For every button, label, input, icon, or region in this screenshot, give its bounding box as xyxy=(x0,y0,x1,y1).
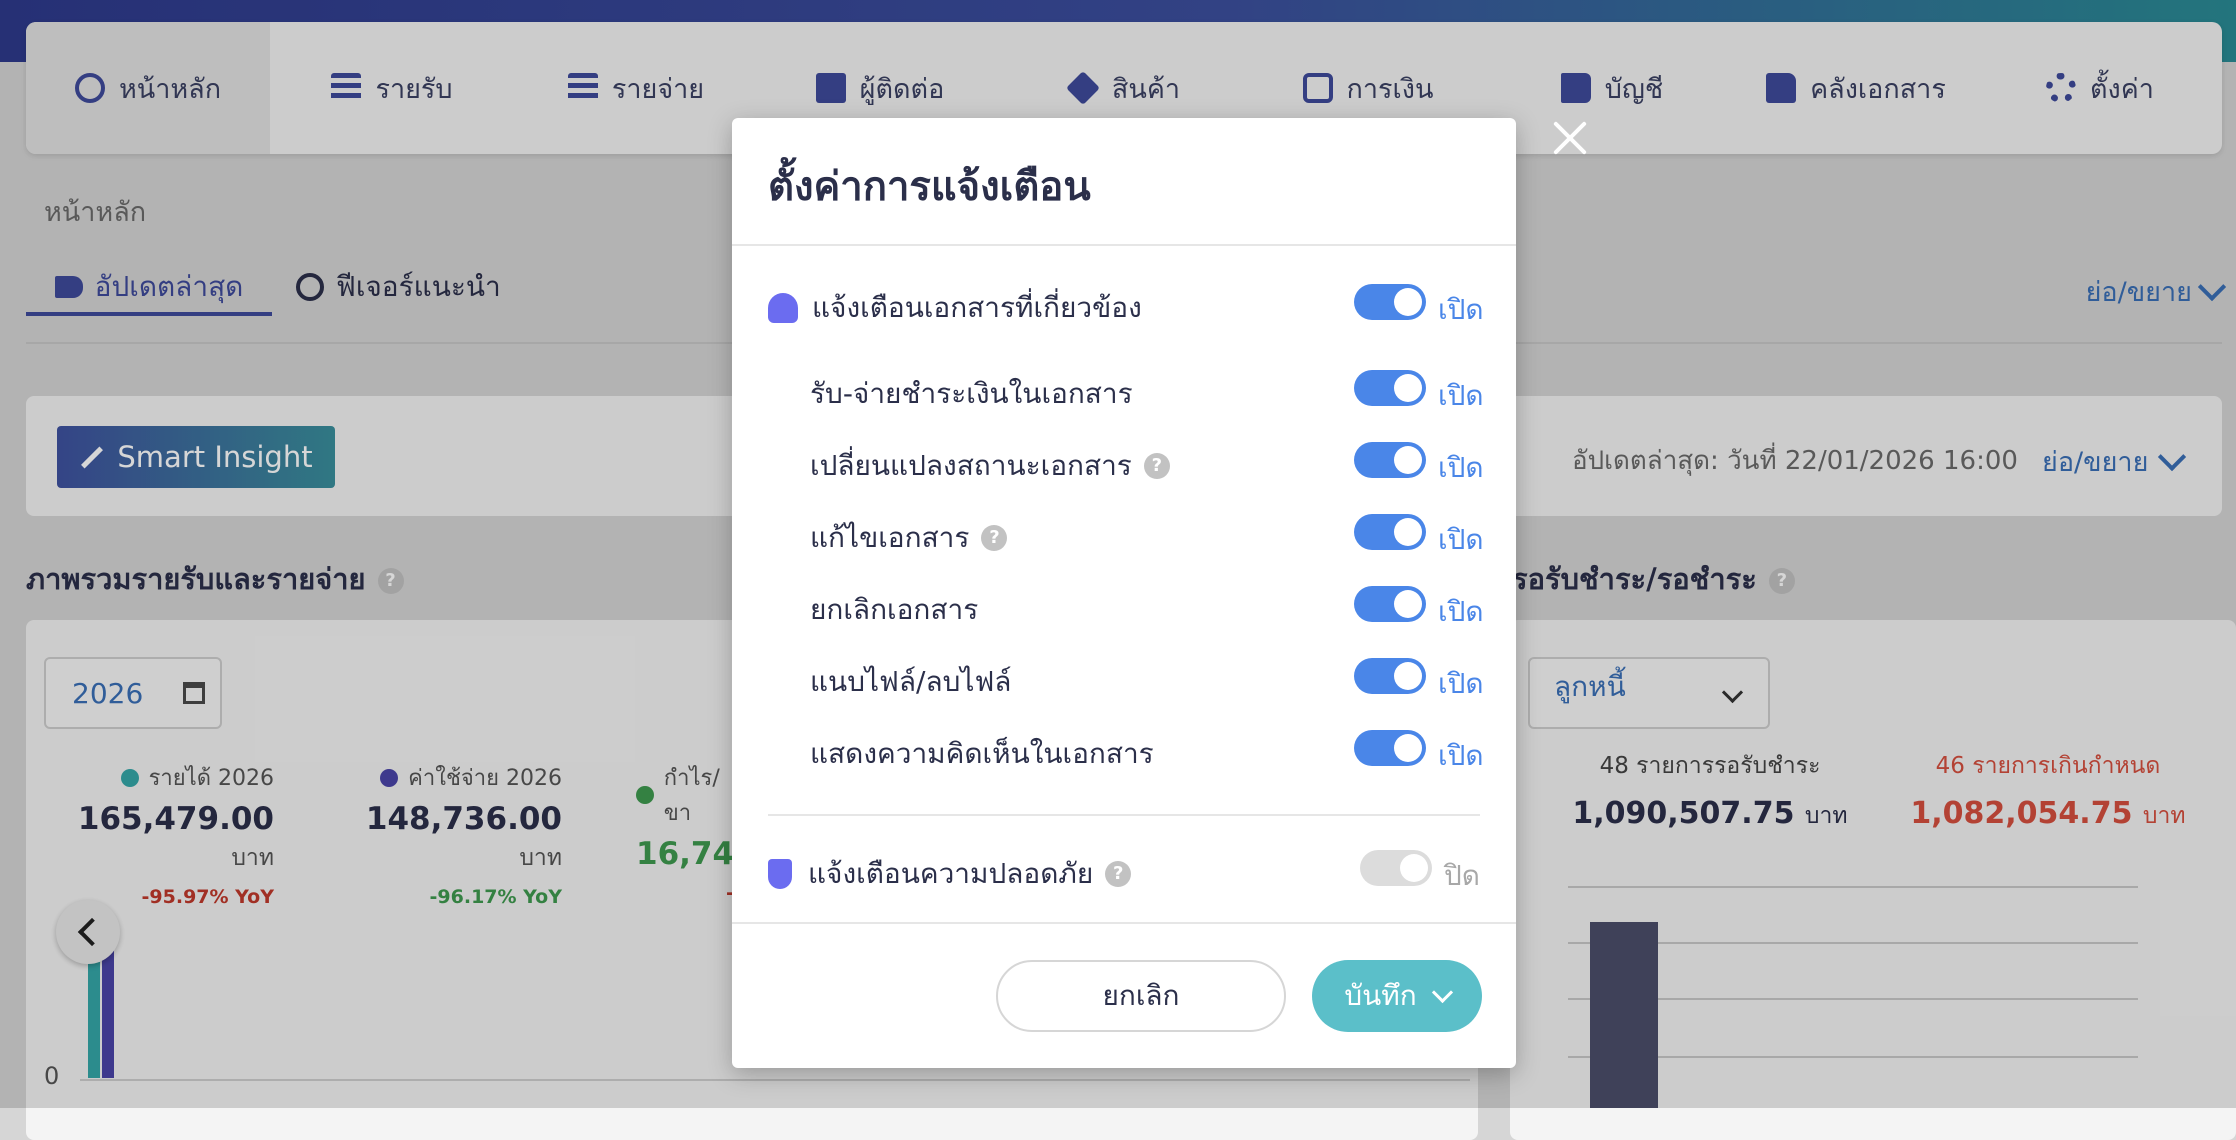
setting-row-cancel-doc: ยกเลิกเอกสาร เปิด xyxy=(732,578,1516,628)
cancel-button[interactable]: ยกเลิก xyxy=(996,960,1286,1032)
close-icon[interactable] xyxy=(1548,116,1592,160)
toggle-state: เปิด xyxy=(1438,523,1484,556)
toggle-state: เปิด xyxy=(1438,595,1484,628)
modal-footer-divider xyxy=(732,922,1516,924)
modal-title: ตั้งค่าการแจ้งเตือน xyxy=(768,164,1091,210)
toggle-knob xyxy=(1400,854,1428,882)
setting-label: แก้ไขเอกสาร xyxy=(810,521,970,554)
shield-icon xyxy=(768,859,792,889)
toggle-knob xyxy=(1394,662,1422,690)
setting-row-status-change: เปลี่ยนแปลงสถานะเอกสาร? เปิด xyxy=(732,434,1516,484)
toggle-knob xyxy=(1394,374,1422,402)
toggle-switch[interactable] xyxy=(1360,850,1432,886)
setting-row-comments: แสดงความคิดเห็นในเอกสาร เปิด xyxy=(732,722,1516,772)
toggle-knob xyxy=(1394,288,1422,316)
setting-row-attachments: แนบไฟล์/ลบไฟล์ เปิด xyxy=(732,650,1516,700)
save-label: บันทึก xyxy=(1344,979,1417,1012)
toggle-state: เปิด xyxy=(1438,451,1484,484)
toggle-knob xyxy=(1394,518,1422,546)
setting-label: ยกเลิกเอกสาร xyxy=(810,593,979,626)
toggle-state: เปิด xyxy=(1438,739,1484,772)
toggle-knob xyxy=(1394,446,1422,474)
setting-label: แนบไฟล์/ลบไฟล์ xyxy=(810,665,1012,698)
toggle-state: เปิด xyxy=(1438,667,1484,700)
setting-label: แสดงความคิดเห็นในเอกสาร xyxy=(810,737,1154,770)
toggle-state: เปิด xyxy=(1438,379,1484,412)
toggle-switch[interactable] xyxy=(1354,370,1426,406)
toggle-switch[interactable] xyxy=(1354,586,1426,622)
toggle-state: เปิด xyxy=(1438,293,1484,326)
setting-row-related-docs: แจ้งเตือนเอกสารที่เกี่ยวข้อง เปิด xyxy=(732,276,1516,326)
toggle-switch[interactable] xyxy=(1354,514,1426,550)
setting-row-edit-doc: แก้ไขเอกสาร? เปิด xyxy=(732,506,1516,556)
bell-icon xyxy=(768,293,798,323)
setting-label: แจ้งเตือนความปลอดภัย xyxy=(808,857,1094,890)
setting-label: แจ้งเตือนเอกสารที่เกี่ยวข้อง xyxy=(812,291,1142,324)
chevron-down-icon xyxy=(1431,981,1453,1003)
help-icon[interactable]: ? xyxy=(981,525,1008,551)
help-icon[interactable]: ? xyxy=(1143,453,1170,479)
save-button[interactable]: บันทึก xyxy=(1312,960,1482,1032)
setting-label: รับ-จ่ายชำระเงินในเอกสาร xyxy=(810,377,1133,410)
toggle-knob xyxy=(1394,590,1422,618)
toggle-switch[interactable] xyxy=(1354,284,1426,320)
setting-row-payment: รับ-จ่ายชำระเงินในเอกสาร เปิด xyxy=(732,362,1516,412)
cancel-label: ยกเลิก xyxy=(1102,979,1180,1012)
setting-row-security: แจ้งเตือนความปลอดภัย? ปิด xyxy=(732,842,1516,892)
toggle-knob xyxy=(1394,734,1422,762)
toggle-switch[interactable] xyxy=(1354,730,1426,766)
toggle-switch[interactable] xyxy=(1354,442,1426,478)
toggle-state: ปิด xyxy=(1444,859,1480,892)
notification-settings-modal: ตั้งค่าการแจ้งเตือน แจ้งเตือนเอกสารที่เก… xyxy=(732,118,1516,1068)
modal-header-divider xyxy=(732,244,1516,246)
setting-label: เปลี่ยนแปลงสถานะเอกสาร xyxy=(810,449,1132,482)
section-divider xyxy=(768,814,1480,816)
help-icon[interactable]: ? xyxy=(1105,861,1132,887)
toggle-switch[interactable] xyxy=(1354,658,1426,694)
